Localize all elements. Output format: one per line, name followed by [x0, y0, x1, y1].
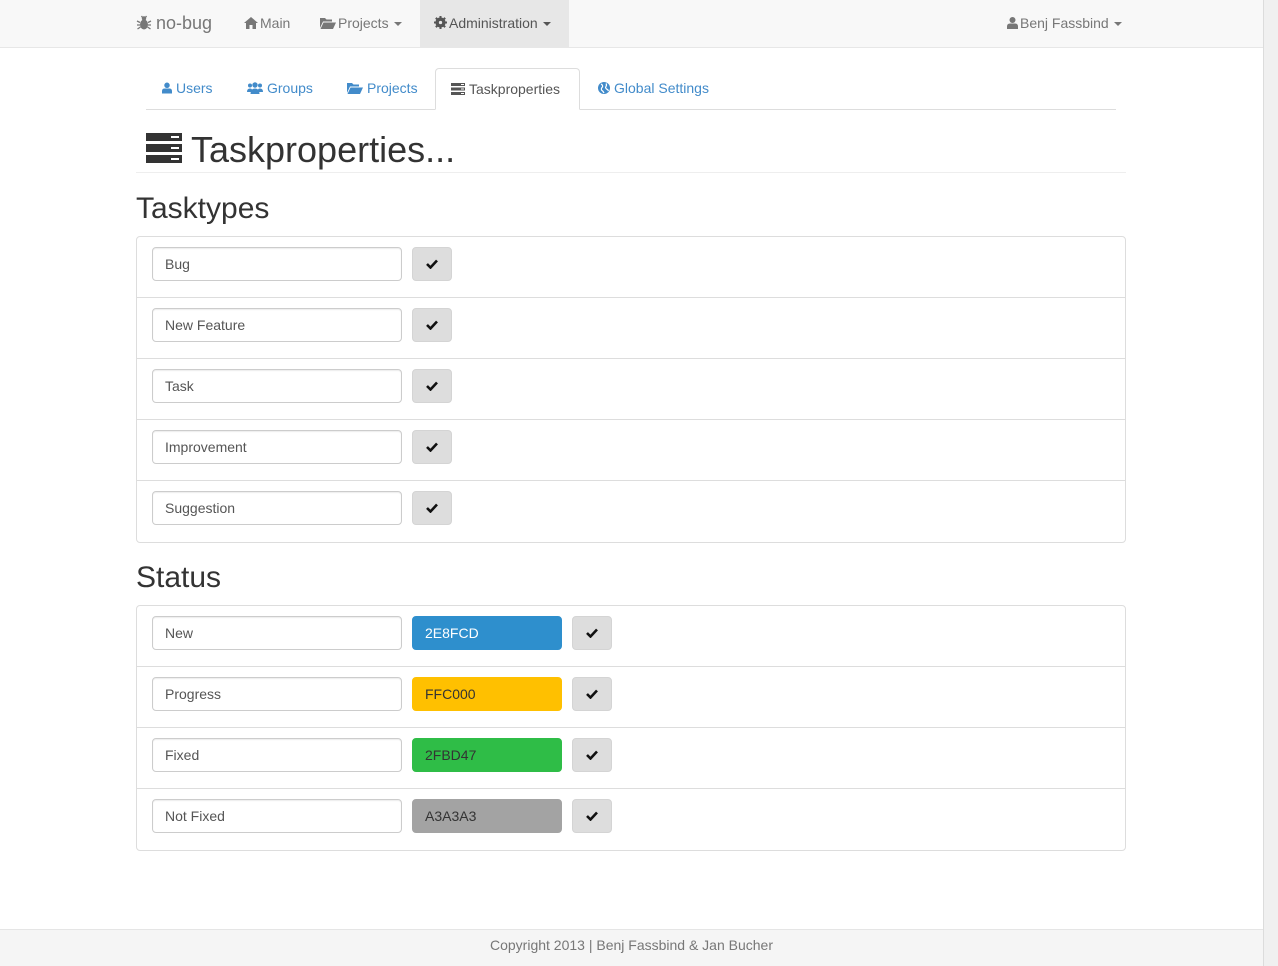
- status-color-input[interactable]: [412, 738, 562, 772]
- tab-groups[interactable]: Groups: [247, 68, 313, 110]
- tasktype-name-input[interactable]: [152, 369, 402, 403]
- save-button[interactable]: [412, 308, 452, 342]
- tab-global-settings-label: Global Settings: [614, 80, 709, 96]
- save-button[interactable]: [572, 616, 612, 650]
- tasktype-name-input[interactable]: [152, 491, 402, 525]
- gear-icon: [434, 16, 447, 29]
- tab-users-label: Users: [176, 80, 213, 96]
- list-item: [137, 606, 1125, 667]
- tab-global-settings[interactable]: Global Settings: [598, 68, 709, 110]
- folder-open-icon: [347, 83, 363, 94]
- save-button[interactable]: [412, 430, 452, 464]
- list-item: [137, 789, 1125, 850]
- status-name-input[interactable]: [152, 677, 402, 711]
- folder-open-icon: [320, 18, 336, 29]
- nav-user-dropdown[interactable]: Benj Fassbind: [1007, 0, 1122, 48]
- check-icon: [586, 750, 598, 760]
- status-name-input[interactable]: [152, 616, 402, 650]
- list-item: [137, 237, 1125, 298]
- check-icon: [426, 442, 438, 452]
- tab-taskproperties-label: Taskproperties: [469, 81, 561, 97]
- tasktype-name-input[interactable]: [152, 308, 402, 342]
- check-icon: [586, 811, 598, 821]
- status-color-input[interactable]: [412, 799, 562, 833]
- brand-link[interactable]: no-bug: [136, 0, 212, 48]
- list-item: [137, 667, 1125, 728]
- status-color-input[interactable]: [412, 677, 562, 711]
- check-icon: [426, 259, 438, 269]
- status-name-input[interactable]: [152, 738, 402, 772]
- tasktypes-list: [136, 236, 1126, 543]
- check-icon: [586, 628, 598, 638]
- caret-down-icon: [393, 22, 402, 26]
- tab-taskproperties[interactable]: Taskproperties: [435, 68, 580, 110]
- tasktype-name-input[interactable]: [152, 430, 402, 464]
- list-item: [137, 481, 1125, 542]
- list-icon: [146, 133, 182, 163]
- brand-name: no-bug: [156, 13, 213, 33]
- list-icon: [451, 83, 465, 95]
- status-name-input[interactable]: [152, 799, 402, 833]
- save-button[interactable]: [572, 738, 612, 772]
- status-heading: Status: [136, 561, 222, 594]
- caret-down-icon: [542, 22, 551, 26]
- save-button[interactable]: [412, 491, 452, 525]
- tab-users[interactable]: Users: [162, 68, 213, 110]
- copyright-text: Copyright 2013 | Benj Fassbind & Jan Buc…: [489, 937, 774, 953]
- save-button[interactable]: [412, 247, 452, 281]
- footer: Copyright 2013 | Benj Fassbind & Jan Buc…: [0, 929, 1263, 966]
- tasktypes-heading: Tasktypes: [136, 192, 270, 225]
- tab-projects[interactable]: Projects: [347, 68, 418, 110]
- list-item: [137, 298, 1125, 359]
- status-list: [136, 605, 1126, 851]
- page-title: Taskproperties...: [191, 129, 456, 170]
- tab-projects-label: Projects: [367, 80, 418, 96]
- list-item: [137, 359, 1125, 420]
- tasktype-name-input[interactable]: [152, 247, 402, 281]
- save-button[interactable]: [572, 677, 612, 711]
- check-icon: [426, 381, 438, 391]
- save-button[interactable]: [572, 799, 612, 833]
- nav-administration-dropdown[interactable]: Administration: [420, 0, 569, 48]
- list-item: [137, 728, 1125, 789]
- admin-tabs: Users Groups Projects Taskproperties Glo…: [146, 68, 1116, 110]
- status-color-input[interactable]: [412, 616, 562, 650]
- nav-administration-label: Administration: [449, 15, 538, 31]
- users-icon: [247, 82, 263, 94]
- check-icon: [586, 689, 598, 699]
- user-icon: [162, 82, 172, 94]
- list-item: [137, 420, 1125, 481]
- nav-user-name: Benj Fassbind: [1020, 15, 1109, 31]
- save-button[interactable]: [412, 369, 452, 403]
- caret-down-icon: [1113, 22, 1122, 26]
- nav-main-label: Main: [260, 15, 291, 31]
- user-icon: [1007, 17, 1018, 29]
- tab-groups-label: Groups: [267, 80, 313, 96]
- top-navbar: no-bug Main Projects Administration Benj…: [0, 0, 1263, 48]
- page-scrollbar[interactable]: [1263, 0, 1278, 966]
- check-icon: [426, 503, 438, 513]
- bug-icon: [136, 15, 152, 30]
- check-icon: [426, 320, 438, 330]
- page-header: Taskproperties...: [136, 128, 1126, 173]
- nav-main-link[interactable]: Main: [244, 0, 290, 48]
- home-icon: [244, 17, 258, 29]
- globe-icon: [598, 82, 610, 94]
- nav-projects-label: Projects: [338, 15, 389, 31]
- nav-projects-dropdown[interactable]: Projects: [320, 0, 402, 48]
